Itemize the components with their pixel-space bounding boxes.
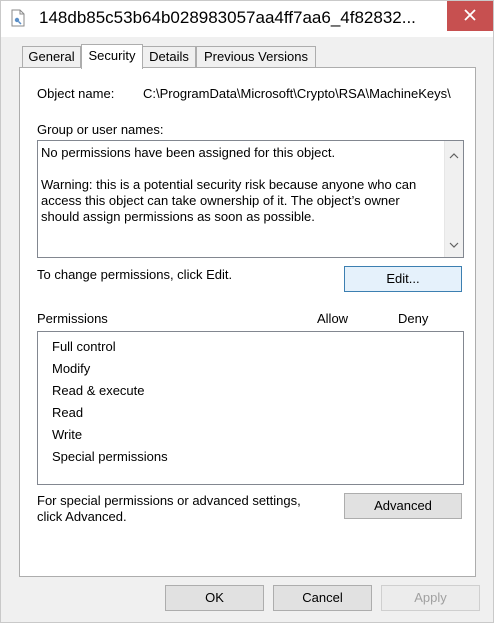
window-title: 148db85c53b64b028983057aa4ff7aa6_4f82832… (39, 8, 416, 27)
permission-read-execute: Read & execute (52, 383, 145, 398)
chevron-up-icon[interactable] (449, 147, 459, 162)
group-scrollbar[interactable] (444, 141, 463, 257)
permissions-label: Permissions (37, 311, 108, 326)
chevron-down-icon[interactable] (449, 236, 459, 251)
permission-modify: Modify (52, 361, 91, 376)
close-icon (464, 8, 476, 24)
advanced-button[interactable]: Advanced (344, 493, 462, 519)
warning-line-1: Warning: this is a potential security ri… (41, 177, 417, 192)
permissions-listbox: Full control Modify Read & execute Read … (37, 331, 464, 485)
permission-special: Special permissions (52, 449, 168, 464)
permission-read: Read (52, 405, 84, 420)
tab-general[interactable]: General (22, 46, 81, 67)
title-bar[interactable]: 148db85c53b64b028983057aa4ff7aa6_4f82832… (1, 1, 493, 37)
security-tab-panel: Object name: C:\ProgramData\Microsoft\Cr… (19, 67, 476, 577)
cancel-button[interactable]: Cancel (273, 585, 372, 611)
group-listbox[interactable]: No permissions have been assigned for th… (37, 140, 464, 258)
tab-details[interactable]: Details (142, 46, 196, 67)
tab-security[interactable]: Security (81, 44, 143, 69)
change-permissions-hint: To change permissions, click Edit. (37, 267, 233, 282)
advanced-hint-line-2: click Advanced. (37, 509, 127, 524)
edit-button[interactable]: Edit... (344, 266, 462, 292)
deny-column-header: Deny (398, 311, 429, 326)
permission-write: Write (52, 427, 83, 442)
object-name-value: C:\ProgramData\Microsoft\Crypto\RSA\Mach… (143, 86, 451, 101)
object-name-label: Object name: (37, 86, 115, 101)
allow-column-header: Allow (317, 311, 349, 326)
warning-line-3: should assign permissions as soon as pos… (41, 209, 315, 224)
close-button[interactable] (447, 1, 493, 31)
advanced-hint-line-1: For special permissions or advanced sett… (37, 493, 301, 508)
warning-line-2: access this object can take ownership of… (41, 193, 400, 208)
file-icon (11, 9, 25, 27)
no-permissions-message: No permissions have been assigned for th… (41, 145, 336, 160)
group-label: Group or user names: (37, 122, 164, 137)
ok-button[interactable]: OK (165, 585, 264, 611)
apply-button[interactable]: Apply (381, 585, 480, 611)
permission-full-control: Full control (52, 339, 116, 354)
tab-previous-versions[interactable]: Previous Versions (196, 46, 316, 67)
properties-window: 148db85c53b64b028983057aa4ff7aa6_4f82832… (0, 0, 494, 623)
